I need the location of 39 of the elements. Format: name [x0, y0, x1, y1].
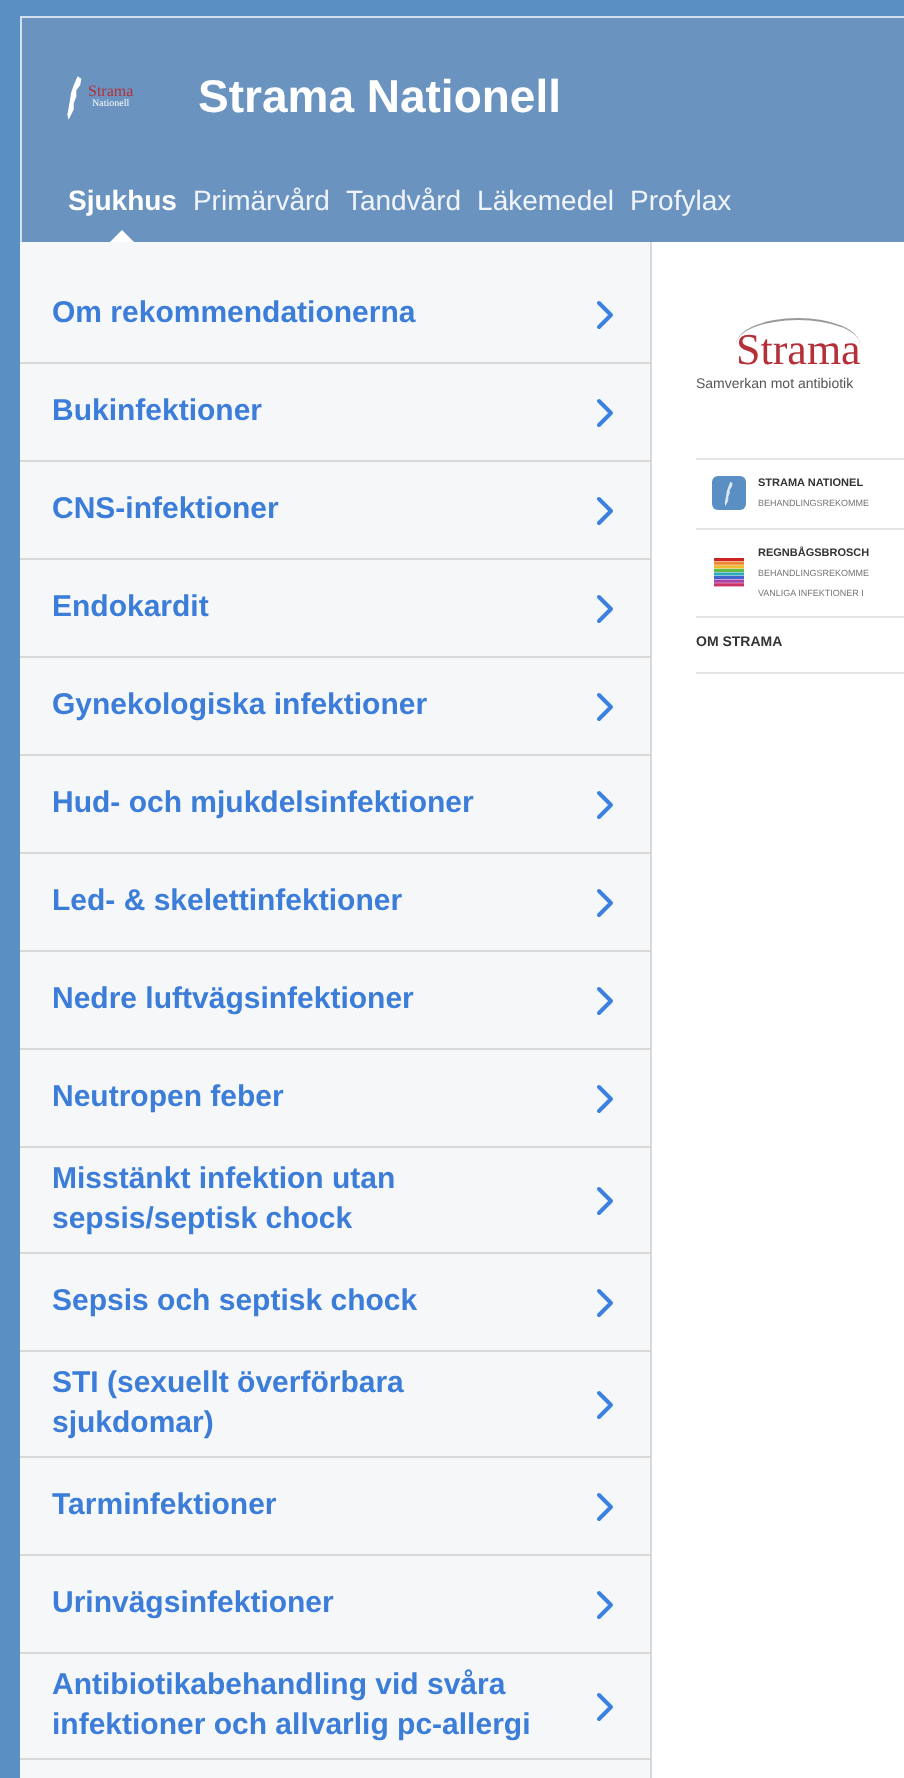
brand-logo-text: Strama — [736, 318, 861, 372]
chevron-right-icon — [596, 887, 614, 917]
sidebar-item[interactable]: Tarminfektioner — [20, 1458, 650, 1556]
chevron-right-icon — [596, 691, 614, 721]
chevron-right-icon — [596, 1185, 614, 1215]
chevron-right-icon — [596, 495, 614, 525]
chevron-right-icon — [596, 593, 614, 623]
sidebar-item[interactable]: Urinvägsinfektioner — [20, 1556, 650, 1654]
sidebar-item[interactable]: Om rekommendationerna — [20, 266, 650, 364]
sidebar-item[interactable]: Nedre luftvägsinfektioner — [20, 952, 650, 1050]
sidebar-item[interactable]: Misstänkt infektion utan sepsis/septisk chock — [20, 1148, 650, 1254]
chevron-right-icon — [596, 1491, 614, 1521]
chevron-right-icon — [596, 985, 614, 1015]
chevron-right-icon — [596, 1287, 614, 1317]
chevron-right-icon — [596, 1083, 614, 1113]
country-map-icon — [66, 71, 84, 123]
sidebar-item[interactable]: STI (sexuellt överförbara sjukdomar) — [20, 1352, 650, 1458]
nav-tab[interactable]: Tandvård — [345, 180, 462, 242]
sidebar-item[interactable]: CNS-infektioner — [20, 462, 650, 560]
sidebar-item[interactable]: Hud- och mjukdelsinfektioner — [20, 756, 650, 854]
sidebar-item[interactable]: Gynekologiska infektioner — [20, 658, 650, 756]
sidebar-item[interactable]: Neutropen feber — [20, 1050, 650, 1148]
country-map-icon — [724, 479, 734, 507]
nav-tab[interactable]: Primärvård — [192, 180, 330, 242]
chevron-right-icon — [596, 1589, 614, 1619]
sidebar-item[interactable]: Sepsis och septisk chock — [20, 1254, 650, 1352]
chevron-right-icon — [596, 299, 614, 329]
chevron-right-icon — [596, 1389, 614, 1419]
logo-text: Strama — [88, 84, 134, 100]
nav-tab[interactable]: Profylax — [630, 180, 732, 242]
app-title: Strama Nationell — [198, 68, 561, 127]
sidebar-item[interactable]: Bukinfektioner — [20, 364, 650, 462]
sidebar-item[interactable]: Led- & skelettinfektioner — [20, 854, 650, 952]
chevron-right-icon — [596, 397, 614, 427]
chevron-right-icon — [596, 789, 614, 819]
sidebar-item[interactable]: Endokardit — [20, 560, 650, 658]
nav-tab[interactable]: Läkemedel — [477, 180, 615, 242]
chevron-right-icon — [596, 1691, 614, 1721]
sidebar-item[interactable]: Antibiotikabehandling vid svåra infektioner och allvarlig pc-allergi — [20, 1654, 650, 1760]
